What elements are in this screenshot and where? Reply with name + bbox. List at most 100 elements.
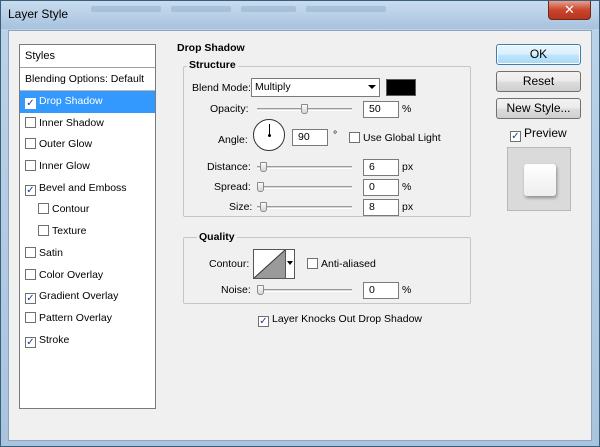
- noise-slider-thumb[interactable]: [257, 285, 264, 295]
- drop-shadow-title: Drop Shadow: [177, 42, 245, 54]
- structure-title: Structure: [187, 59, 238, 71]
- style-item-label: Stroke: [39, 333, 70, 346]
- style-item-contour[interactable]: Contour: [20, 199, 155, 221]
- noise-label: Noise:: [221, 284, 251, 296]
- noise-input[interactable]: 0: [363, 282, 399, 299]
- style-item-color-overlay[interactable]: Color Overlay: [20, 265, 155, 287]
- styles-list-header[interactable]: Styles: [20, 45, 155, 68]
- style-item-label: Inner Glow: [39, 160, 90, 173]
- distance-slider[interactable]: [257, 162, 352, 172]
- opacity-slider-thumb[interactable]: [300, 104, 308, 114]
- anti-aliased-checkbox[interactable]: [307, 258, 318, 269]
- title-bar-blur: [91, 6, 161, 12]
- style-item-stroke[interactable]: ✓ Stroke: [20, 330, 155, 352]
- style-item-label: Color Overlay: [39, 268, 104, 281]
- opacity-label: Opacity:: [210, 103, 249, 115]
- style-item-label: Drop Shadow: [39, 95, 103, 107]
- window-title: Layer Style: [8, 7, 69, 21]
- spread-slider-thumb[interactable]: [257, 182, 264, 192]
- preview-option[interactable]: ✓ Preview: [510, 126, 567, 142]
- style-item-texture[interactable]: Texture: [20, 221, 155, 243]
- title-bar-blur: [306, 6, 386, 12]
- angle-label: Angle:: [218, 134, 248, 146]
- style-item-inner-glow[interactable]: Inner Glow: [20, 156, 155, 178]
- style-items: ✓ Drop Shadow Inner Shadow Outer Glow Inner …: [20, 91, 155, 351]
- styles-list: Styles Blending Options: Default ✓ Drop S…: [19, 44, 156, 409]
- angle-dial[interactable]: [253, 119, 285, 151]
- shadow-color-swatch[interactable]: [386, 79, 416, 96]
- style-item-label: Gradient Overlay: [39, 290, 119, 303]
- size-slider-thumb[interactable]: [260, 202, 268, 212]
- style-item-outer-glow[interactable]: Outer Glow: [20, 134, 155, 156]
- spread-unit: %: [402, 181, 412, 193]
- style-checkbox[interactable]: ✓: [25, 293, 36, 305]
- contour-curve-icon: [253, 249, 286, 279]
- close-icon: ✕: [564, 2, 575, 17]
- size-slider[interactable]: [257, 202, 352, 212]
- use-global-light-checkbox[interactable]: [349, 132, 360, 143]
- distance-slider-thumb[interactable]: [259, 162, 267, 172]
- style-checkbox[interactable]: [25, 116, 36, 128]
- knocks-out-option[interactable]: ✓ Layer Knocks Out Drop Shadow: [258, 313, 422, 327]
- style-checkbox[interactable]: [25, 311, 36, 323]
- dialog-body: Styles Blending Options: Default ✓ Drop S…: [8, 30, 592, 441]
- layer-style-window: Layer Style ✕ Styles Blending Options: D…: [0, 0, 600, 447]
- spread-input[interactable]: 0: [363, 179, 399, 196]
- style-item-satin[interactable]: Satin: [20, 243, 155, 265]
- size-label: Size:: [229, 201, 253, 213]
- knocks-out-checkbox[interactable]: ✓: [258, 316, 269, 327]
- style-item-label: Texture: [52, 225, 87, 238]
- style-item-inner-shadow[interactable]: Inner Shadow: [20, 113, 155, 135]
- distance-unit: px: [402, 161, 414, 173]
- title-bar[interactable]: Layer Style ✕: [1, 1, 599, 29]
- style-checkbox[interactable]: [25, 268, 36, 280]
- noise-slider[interactable]: [257, 285, 352, 295]
- title-bar-blur: [171, 6, 231, 12]
- preview-checkbox[interactable]: ✓: [510, 131, 521, 142]
- quality-title: Quality: [197, 231, 237, 243]
- ok-button[interactable]: OK: [496, 44, 581, 65]
- style-item-drop-shadow[interactable]: ✓ Drop Shadow: [20, 91, 155, 113]
- blend-mode-dropdown[interactable]: Multiply: [251, 78, 380, 97]
- size-unit: px: [402, 201, 414, 213]
- angle-unit: °: [333, 129, 338, 141]
- contour-dropdown-button[interactable]: [285, 249, 295, 279]
- spread-slider[interactable]: [257, 182, 352, 192]
- title-bar-blur: [241, 6, 296, 12]
- style-item-gradient-overlay[interactable]: ✓ Gradient Overlay: [20, 286, 155, 308]
- contour-label: Contour:: [209, 258, 250, 270]
- new-style-button[interactable]: New Style...: [496, 98, 581, 119]
- style-checkbox[interactable]: [38, 225, 49, 237]
- spread-label: Spread:: [214, 181, 251, 193]
- style-checkbox[interactable]: [38, 203, 49, 215]
- style-item-label: Inner Shadow: [39, 116, 104, 129]
- style-item-label: Outer Glow: [39, 138, 93, 151]
- opacity-input[interactable]: 50: [363, 101, 399, 118]
- blending-options-item[interactable]: Blending Options: Default: [20, 68, 155, 91]
- reset-button[interactable]: Reset: [496, 71, 581, 92]
- noise-unit: %: [402, 284, 412, 296]
- style-item-label: Bevel and Emboss: [39, 181, 127, 194]
- style-checkbox[interactable]: [25, 138, 36, 150]
- anti-aliased-option[interactable]: Anti-aliased: [307, 258, 376, 270]
- style-item-pattern-overlay[interactable]: Pattern Overlay: [20, 308, 155, 330]
- angle-input[interactable]: 90: [292, 129, 328, 146]
- style-item-bevel-and-emboss[interactable]: ✓ Bevel and Emboss: [20, 178, 155, 200]
- blend-mode-label: Blend Mode:: [192, 82, 251, 94]
- blend-mode-value: Multiply: [255, 81, 291, 93]
- close-button[interactable]: ✕: [548, 1, 591, 20]
- size-input[interactable]: 8: [363, 199, 399, 216]
- opacity-slider[interactable]: [257, 104, 352, 114]
- distance-input[interactable]: 6: [363, 159, 399, 176]
- style-checkbox[interactable]: ✓: [25, 336, 36, 348]
- contour-preview[interactable]: [253, 249, 286, 279]
- style-checkbox[interactable]: ✓: [25, 98, 36, 109]
- chevron-down-icon: [368, 85, 376, 89]
- style-checkbox[interactable]: ✓: [25, 184, 36, 196]
- style-checkbox[interactable]: [25, 246, 36, 258]
- use-global-light-option[interactable]: Use Global Light: [349, 132, 441, 144]
- style-checkbox[interactable]: [25, 160, 36, 172]
- style-item-label: Pattern Overlay: [39, 311, 112, 324]
- style-item-label: Satin: [39, 246, 63, 259]
- distance-label: Distance:: [207, 161, 251, 173]
